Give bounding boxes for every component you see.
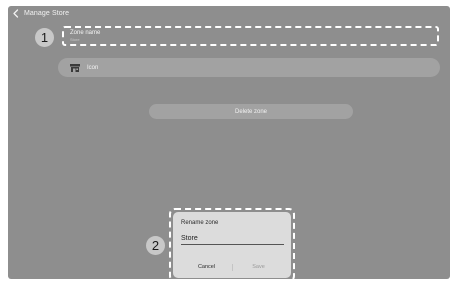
zone-name-value: Store xyxy=(70,37,80,42)
zone-name-label: Zone name xyxy=(70,30,101,36)
step-badge-2: 2 xyxy=(146,236,165,255)
step-badge-1: 1 xyxy=(35,28,54,47)
dialog-actions: Cancel Save xyxy=(181,262,284,272)
rename-zone-input[interactable]: Store xyxy=(181,235,284,245)
icon-row-label: Icon xyxy=(87,64,99,71)
top-bar: Manage Store xyxy=(8,6,450,20)
zone-name-row[interactable]: Zone name Store xyxy=(62,26,439,46)
dialog-title: Rename zone xyxy=(181,220,219,226)
icon-row[interactable]: Icon xyxy=(58,58,440,77)
delete-zone-button[interactable]: Delete zone xyxy=(149,104,353,119)
page-title: Manage Store xyxy=(24,9,70,17)
cancel-button[interactable]: Cancel xyxy=(181,264,232,270)
app-screen: Manage Store 1 Zone name Store Icon Dele… xyxy=(8,6,450,279)
storefront-icon xyxy=(70,63,80,72)
chevron-left-icon xyxy=(13,8,19,18)
save-button[interactable]: Save xyxy=(233,264,284,270)
rename-zone-dialog: Rename zone Store Cancel Save xyxy=(173,212,291,278)
back-button[interactable] xyxy=(10,7,22,19)
